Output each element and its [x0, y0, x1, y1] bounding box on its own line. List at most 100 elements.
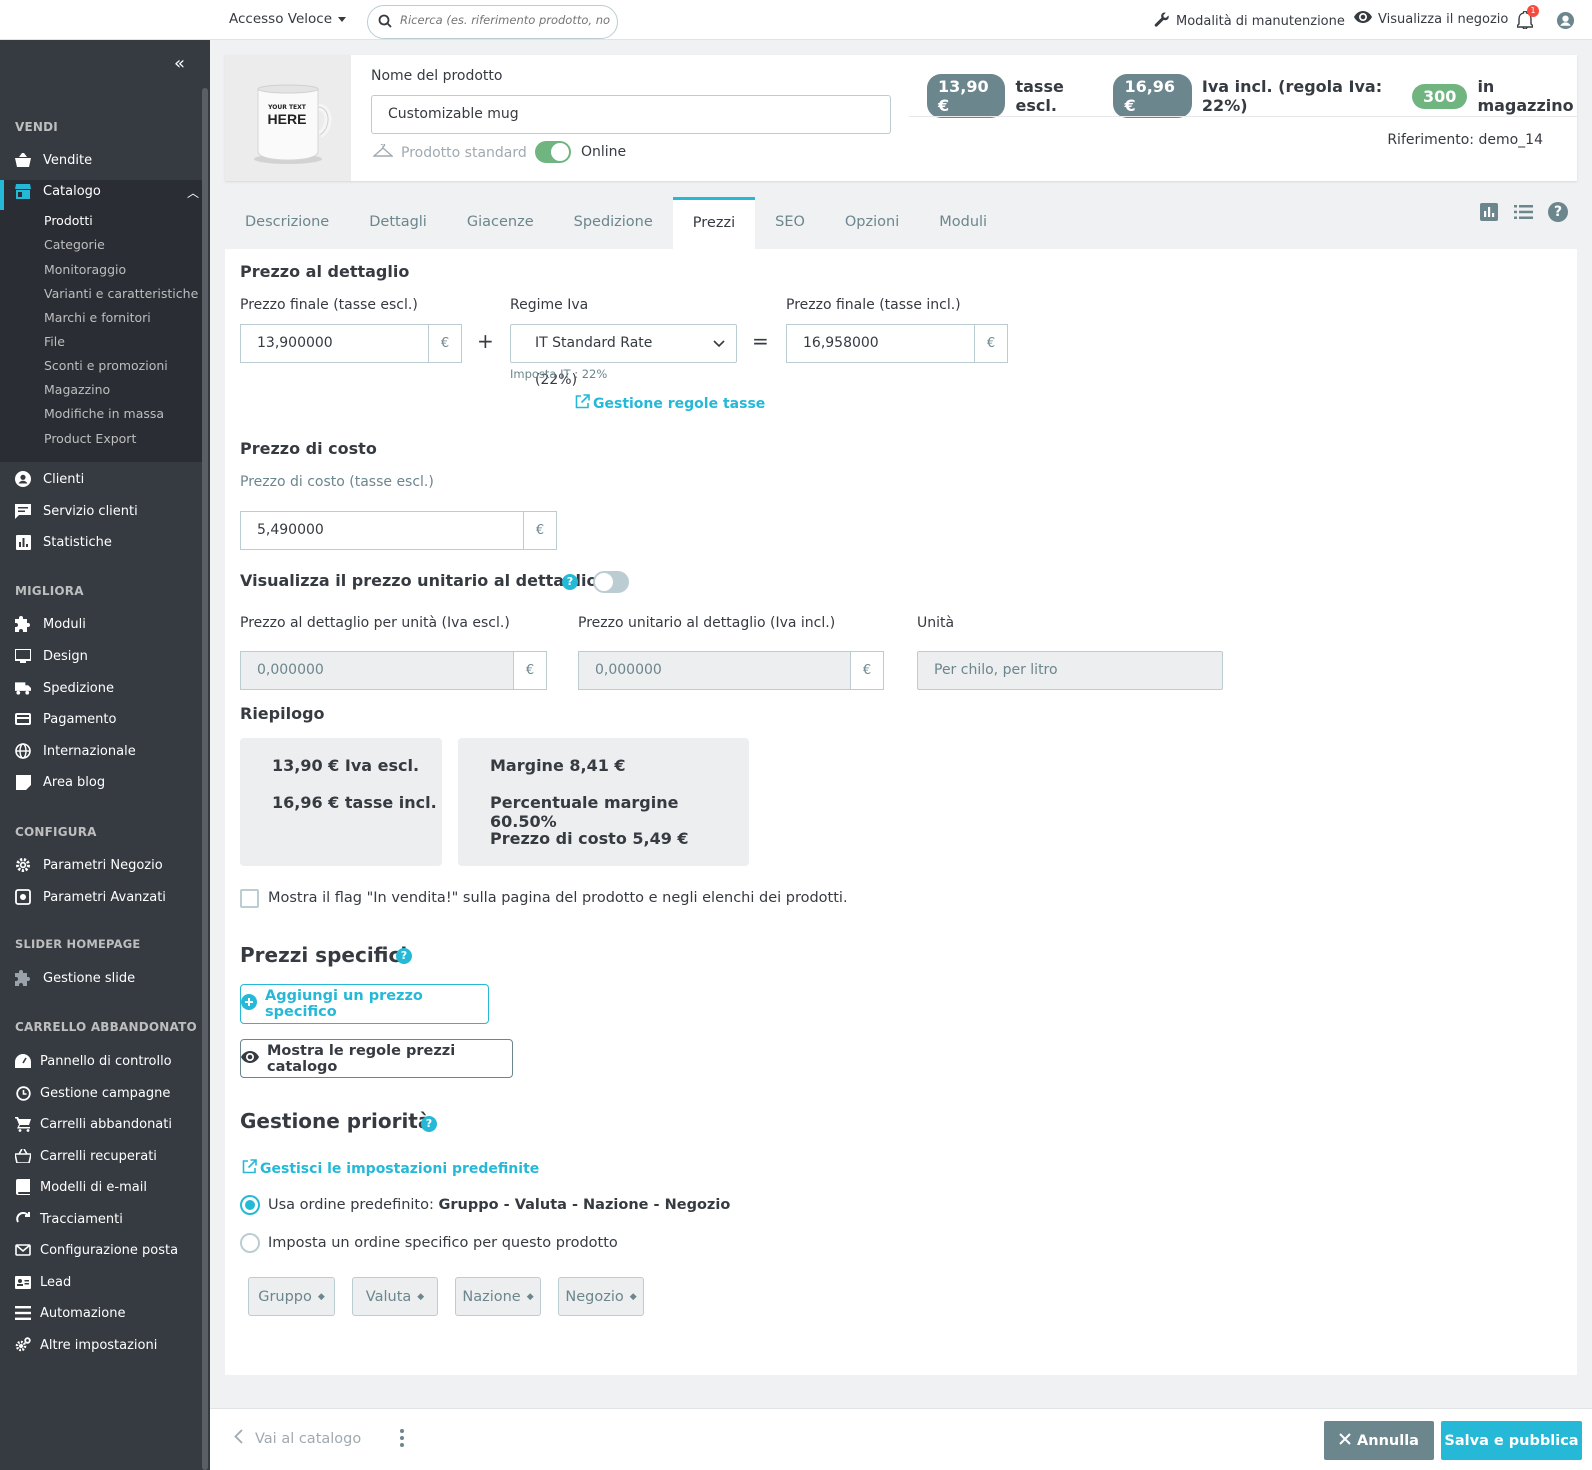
tab-spedizione[interactable]: Spedizione — [554, 197, 673, 249]
tab-seo[interactable]: SEO — [755, 197, 825, 249]
submenu-magazzino[interactable]: Magazzino — [44, 382, 110, 397]
priority-select-gruppo[interactable]: Gruppo ◆ — [248, 1277, 335, 1316]
user-avatar-icon[interactable] — [1556, 11, 1575, 34]
sidebar-item-altre-impostazioni[interactable]: Altre impostazioni — [15, 1335, 157, 1355]
sidebar-item-clienti[interactable]: Clienti — [15, 469, 84, 489]
sidebar-item-lead[interactable]: Lead — [15, 1272, 71, 1292]
submenu-prodotti[interactable]: Prodotti — [44, 213, 93, 228]
submenu-modifiche[interactable]: Modifiche in massa — [44, 406, 164, 421]
show-catalog-rules-button[interactable]: Mostra le regole prezzi catalogo — [240, 1039, 513, 1078]
sidebar-item-spedizione[interactable]: Spedizione — [15, 678, 114, 698]
sidebar-item-config-posta[interactable]: Configurazione posta — [15, 1240, 178, 1260]
tab-giacenze[interactable]: Giacenze — [447, 197, 554, 249]
stats-icon[interactable] — [1480, 203, 1498, 225]
stock-badge: 300 — [1412, 83, 1468, 109]
cost-price-input[interactable]: 5,490000 € — [240, 511, 557, 550]
submenu-monitoraggio[interactable]: Monitoraggio — [44, 262, 126, 277]
priority-help-icon[interactable]: ? — [421, 1115, 437, 1132]
view-shop-link[interactable]: Visualizza il negozio — [1354, 11, 1508, 27]
use-default-order-radio[interactable] — [240, 1195, 260, 1215]
cart-icon — [15, 1116, 31, 1132]
unit-incl-input[interactable]: 0,000000 € — [578, 651, 884, 690]
priority-title: Gestione priorità — [240, 1109, 432, 1133]
submenu-file[interactable]: File — [44, 334, 65, 349]
submenu-export[interactable]: Product Export — [44, 431, 136, 446]
sidebar-item-label: Lead — [40, 1274, 72, 1290]
set-specific-order-radio[interactable] — [240, 1233, 260, 1253]
sidebar-item-automazione[interactable]: Automazione — [15, 1303, 125, 1323]
tab-moduli[interactable]: Moduli — [919, 197, 1007, 249]
sidebar-item-servizio-clienti[interactable]: Servizio clienti — [15, 501, 138, 521]
equals-sign: = — [752, 329, 769, 353]
sidebar-item-modelli-email[interactable]: Modelli di e-mail — [15, 1177, 147, 1197]
sidebar-item-parametri-avanzati[interactable]: Parametri Avanzati — [15, 887, 166, 907]
product-type[interactable]: Prodotto standard — [372, 142, 527, 162]
sidebar-item-pannello[interactable]: Pannello di controllo — [15, 1051, 172, 1071]
submenu-varianti[interactable]: Varianti e caratteristiche — [44, 286, 198, 301]
final-incl-input[interactable]: 16,958000 € — [786, 324, 1008, 363]
sidebar-item-statistiche[interactable]: Statistiche — [15, 532, 112, 552]
tab-descrizione[interactable]: Descrizione — [225, 197, 349, 249]
sidebar-item-carrelli-recuperati[interactable]: Carrelli recuperati — [15, 1146, 157, 1166]
notifications-button[interactable]: 1 — [1516, 5, 1539, 33]
collapse-sidebar-icon[interactable]: « — [174, 53, 185, 74]
clock-icon — [15, 1085, 31, 1101]
product-name-input[interactable]: Customizable mug — [371, 95, 891, 134]
sidebar-item-label: Servizio clienti — [43, 503, 138, 519]
tab-prezzi[interactable]: Prezzi — [672, 197, 756, 249]
sidebar-item-design[interactable]: Design — [15, 646, 88, 666]
sidebar-scrollbar[interactable] — [202, 88, 208, 1470]
sidebar-item-label: Vendite — [43, 152, 93, 168]
search-input[interactable] — [400, 13, 610, 27]
sidebar-item-parametri-negozio[interactable]: Parametri Negozio — [15, 855, 163, 875]
sidebar-item-vendite[interactable]: Vendite — [15, 150, 92, 170]
save-publish-button[interactable]: Salva e pubblica — [1441, 1421, 1582, 1460]
maintenance-link[interactable]: Modalità di manutenzione — [1153, 11, 1345, 32]
sidebar-item-catalogo[interactable]: Catalogo — [15, 181, 101, 201]
unit-price-help-icon[interactable]: ? — [562, 573, 578, 590]
tax-rule-select[interactable]: IT Standard Rate (22%) — [510, 324, 737, 388]
on-sale-checkbox[interactable] — [240, 889, 259, 908]
sidebar-item-tracciamenti[interactable]: Tracciamenti — [15, 1209, 123, 1229]
sidebar-item-moduli[interactable]: Moduli — [15, 614, 86, 634]
cancel-button[interactable]: Annulla — [1324, 1421, 1434, 1460]
search-box[interactable] — [367, 5, 618, 39]
manage-tax-rules-link[interactable]: Gestione regole tasse — [575, 394, 765, 413]
sidebar-item-campagne[interactable]: Gestione campagne — [15, 1083, 170, 1103]
priority-select-negozio[interactable]: Negozio ◆ — [558, 1277, 644, 1316]
sort-icon: ◆ — [629, 1291, 637, 1302]
list-view-icon[interactable] — [1514, 205, 1533, 223]
priority-select-valuta[interactable]: Valuta ◆ — [352, 1277, 438, 1316]
quick-access-dropdown[interactable]: Accesso Veloce — [229, 11, 346, 27]
tax-rule-label: Regime Iva — [510, 297, 589, 313]
help-icon[interactable]: ? — [1548, 202, 1568, 222]
product-image[interactable]: YOUR TEXT HERE — [225, 55, 351, 181]
puzzle-icon — [15, 970, 31, 986]
final-excl-input[interactable]: 13,900000 € — [240, 324, 462, 363]
tab-opzioni[interactable]: Opzioni — [825, 197, 919, 249]
submenu-categorie[interactable]: Categorie — [44, 237, 105, 252]
sidebar-item-carrelli-abbandonati[interactable]: Carrelli abbandonati — [15, 1114, 172, 1134]
sidebar-item-gestione-slide[interactable]: Gestione slide — [15, 968, 135, 988]
online-toggle[interactable] — [535, 141, 571, 163]
chevron-up-icon[interactable]: ︿ — [187, 184, 199, 201]
unit-input[interactable]: Per chilo, per litro — [917, 651, 1223, 690]
manage-defaults-link[interactable]: Gestisci le impostazioni predefinite — [242, 1159, 539, 1178]
more-options-icon[interactable] — [400, 1429, 404, 1451]
truck-icon — [15, 680, 31, 696]
search-icon — [378, 14, 392, 32]
sidebar-item-area-blog[interactable]: Area blog — [15, 772, 105, 792]
currency-addon: € — [428, 325, 461, 362]
submenu-sconti[interactable]: Sconti e promozioni — [44, 358, 168, 373]
add-specific-price-button[interactable]: Aggiungi un prezzo specifico — [240, 984, 489, 1024]
unit-price-toggle[interactable] — [593, 571, 629, 593]
specific-prices-help-icon[interactable]: ? — [396, 947, 412, 964]
priority-select-nazione[interactable]: Nazione ◆ — [455, 1277, 541, 1316]
back-to-catalog-link[interactable]: Vai al catalogo — [234, 1429, 361, 1448]
tab-dettagli[interactable]: Dettagli — [349, 197, 447, 249]
sidebar-item-internazionale[interactable]: Internazionale — [15, 741, 136, 761]
sidebar-item-pagamento[interactable]: Pagamento — [15, 709, 116, 729]
unit-excl-input[interactable]: 0,000000 € — [240, 651, 547, 690]
summary-price-box: 13,90 € Iva escl. 16,96 € tasse incl. — [240, 738, 442, 866]
submenu-marchi[interactable]: Marchi e fornitori — [44, 310, 151, 325]
